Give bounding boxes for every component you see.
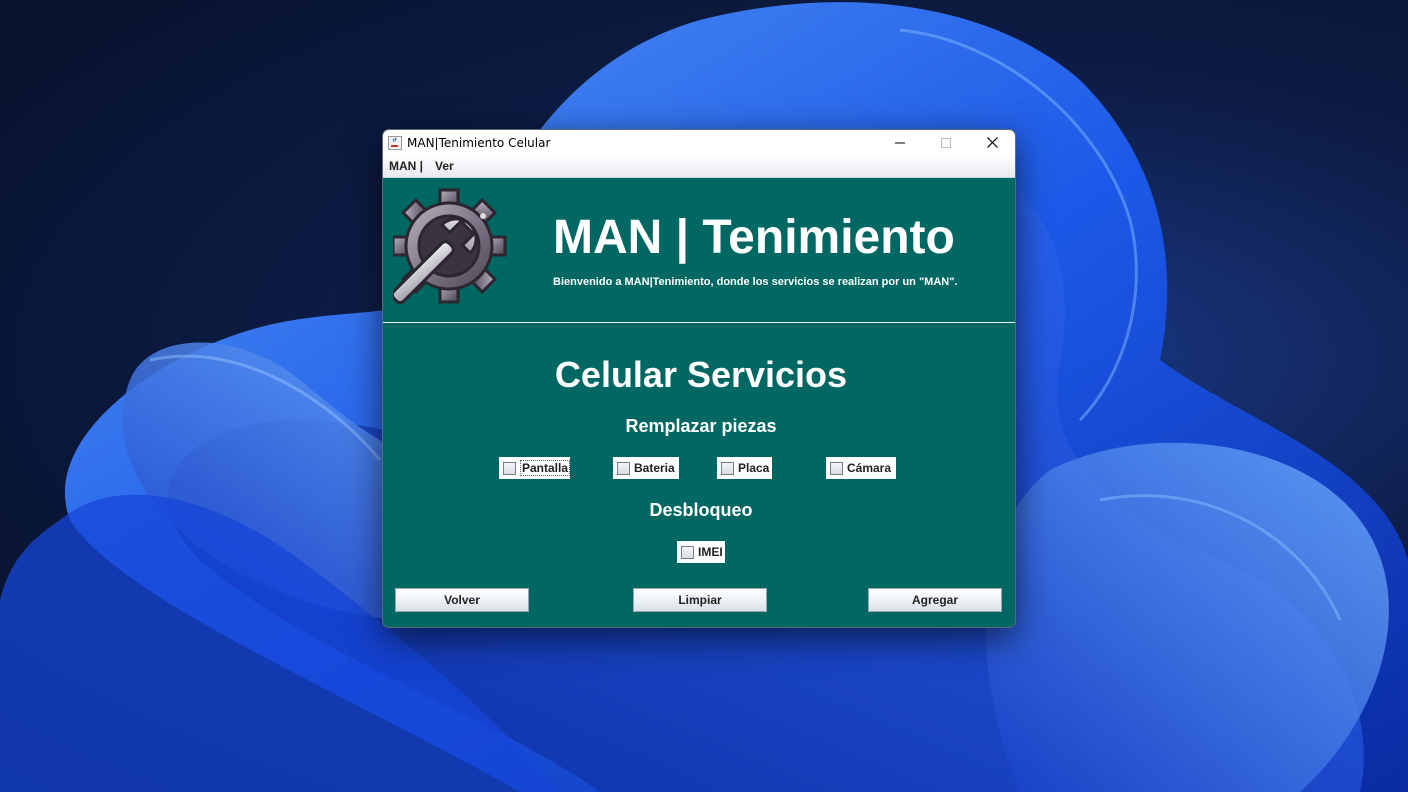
checkbox-box[interactable] <box>721 461 734 475</box>
section-title: Celular Servicios <box>554 354 848 395</box>
minimize-icon <box>895 142 905 143</box>
header-panel: MAN | Tenimiento Bienvenido a MAN|Tenimi… <box>383 178 1015 322</box>
page-title: MAN | Tenimiento <box>553 211 955 264</box>
unlock-heading: Desbloqueo <box>649 500 753 520</box>
replace-parts-heading: Remplazar piezas <box>625 416 777 436</box>
maximize-button[interactable] <box>923 130 969 155</box>
checkbox-label: Placa <box>738 461 770 475</box>
checkbox-bateria[interactable]: Bateria <box>613 457 679 479</box>
menu-ver[interactable]: Ver <box>429 159 460 173</box>
java-app-icon <box>387 135 403 151</box>
header-divider <box>383 322 1015 323</box>
add-button[interactable]: Agregar <box>868 588 1002 612</box>
checkbox-box[interactable] <box>617 461 630 475</box>
checkbox-pantalla[interactable]: Pantalla <box>499 457 570 479</box>
application-window: MAN|Tenimiento Celular MAN | Ver MAN | T… <box>382 129 1016 628</box>
checkbox-camara[interactable]: Cámara <box>826 457 896 479</box>
clear-button[interactable]: Limpiar <box>633 588 767 612</box>
checkbox-box[interactable] <box>503 461 516 475</box>
gear-wrench-icon <box>390 188 523 321</box>
window-title: MAN|Tenimiento Celular <box>407 135 551 150</box>
back-button[interactable]: Volver <box>395 588 529 612</box>
menu-man[interactable]: MAN | <box>383 159 429 173</box>
checkbox-placa[interactable]: Placa <box>717 457 772 479</box>
minimize-button[interactable] <box>877 130 923 155</box>
menu-bar: MAN | Ver <box>383 155 1015 178</box>
checkbox-box[interactable] <box>681 545 694 559</box>
desktop-background: MAN|Tenimiento Celular MAN | Ver MAN | T… <box>0 0 1408 792</box>
checkbox-label: Cámara <box>847 461 892 475</box>
checkbox-label: Pantalla <box>519 460 570 476</box>
title-bar[interactable]: MAN|Tenimiento Celular <box>383 130 1015 155</box>
checkbox-label: Bateria <box>634 461 675 475</box>
close-icon <box>986 137 998 148</box>
checkbox-imei[interactable]: IMEI <box>677 541 725 563</box>
maximize-icon <box>941 137 951 148</box>
checkbox-box[interactable] <box>830 461 843 475</box>
close-button[interactable] <box>969 130 1015 155</box>
welcome-subtitle: Bienvenido a MAN|Tenimiento, donde los s… <box>553 276 958 288</box>
checkbox-label: IMEI <box>698 545 723 559</box>
